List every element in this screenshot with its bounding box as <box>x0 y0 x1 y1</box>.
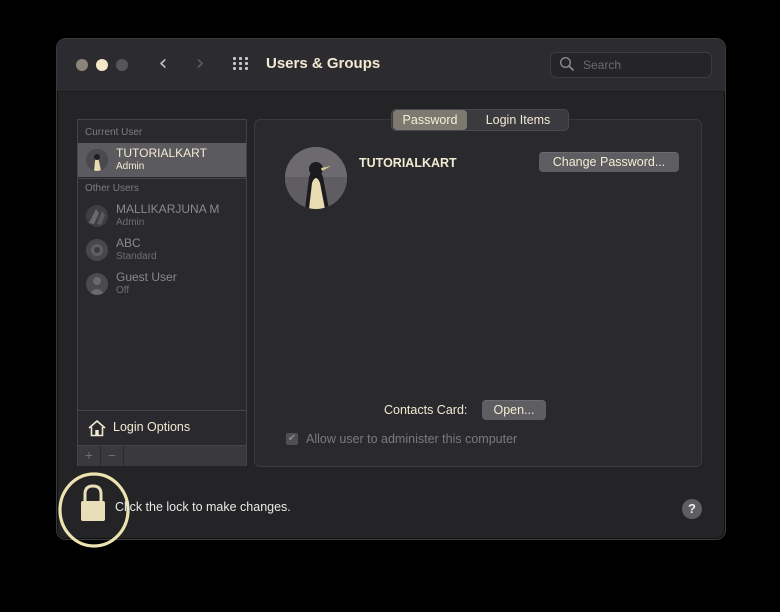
user-name: ABC <box>116 236 141 250</box>
add-remove-bar: + − <box>78 445 246 466</box>
chevron-right-icon[interactable]: › <box>188 51 212 77</box>
avatar <box>86 239 108 261</box>
remove-user-button[interactable]: − <box>101 446 124 466</box>
add-user-button[interactable]: + <box>78 446 101 466</box>
tab-bar: Password Login Items <box>391 109 569 131</box>
help-icon[interactable]: ? <box>682 499 702 519</box>
grid-icon[interactable] <box>233 57 251 71</box>
close-window-button[interactable] <box>76 59 88 71</box>
change-password-button[interactable]: Change Password... <box>539 152 679 172</box>
selected-user-name: TUTORIALKART <box>359 156 457 170</box>
allow-admin-label: Allow user to administer this computer <box>306 432 518 446</box>
search-field[interactable]: Search <box>550 52 712 78</box>
search-icon <box>559 56 574 71</box>
users-sidebar: Current User TUTORIALKART Admin Other Us… <box>77 119 247 466</box>
user-role: Standard <box>116 251 157 262</box>
window-title: Users & Groups <box>266 55 381 72</box>
avatar <box>86 273 108 295</box>
minimize-window-button[interactable] <box>96 59 108 71</box>
title-bar: ‹ › Users & Groups Search <box>57 39 725 92</box>
open-contacts-button[interactable]: Open... <box>482 400 546 420</box>
user-item[interactable]: MALLIKARJUNA M Admin <box>78 199 246 233</box>
user-picture[interactable] <box>285 147 347 209</box>
user-role: Admin <box>116 161 145 172</box>
tab-login-items[interactable]: Login Items <box>470 110 566 130</box>
contacts-card-label: Contacts Card: <box>384 403 468 417</box>
house-icon <box>88 420 106 437</box>
user-name: TUTORIALKART <box>116 146 207 160</box>
divider <box>78 178 246 179</box>
user-name: Guest User <box>116 270 177 284</box>
user-item-current[interactable]: TUTORIALKART Admin <box>78 143 246 177</box>
user-item[interactable]: ABC Standard <box>78 233 246 267</box>
other-users-header: Other Users <box>85 183 139 194</box>
search-placeholder: Search <box>583 58 622 72</box>
login-options-label: Login Options <box>113 420 191 434</box>
user-item[interactable]: Guest User Off <box>78 267 246 301</box>
zoom-window-button[interactable] <box>116 59 128 71</box>
user-role: Off <box>116 285 130 296</box>
lock-caption: Click the lock to make changes. <box>115 500 291 514</box>
current-user-header: Current User <box>85 127 143 138</box>
allow-admin-checkbox[interactable]: ✔ <box>286 433 298 445</box>
tab-password[interactable]: Password <box>393 110 467 130</box>
user-role: Admin <box>116 217 145 228</box>
users-groups-window: ‹ › Users & Groups Search Current User T… <box>56 38 726 540</box>
login-options-item[interactable]: Login Options <box>78 410 246 445</box>
avatar <box>86 149 108 171</box>
chevron-left-icon[interactable]: ‹ <box>151 51 175 77</box>
user-name: MALLIKARJUNA M <box>116 202 220 216</box>
avatar <box>86 205 108 227</box>
